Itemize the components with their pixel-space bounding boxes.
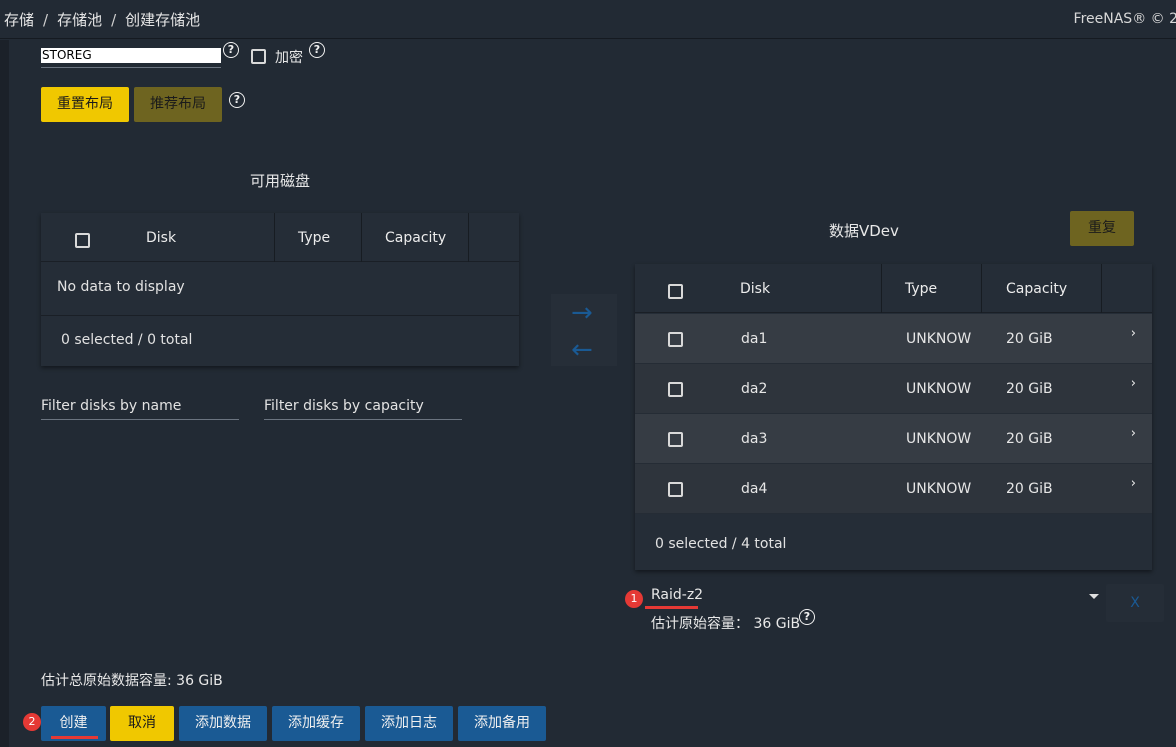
row-checkbox[interactable]	[668, 482, 683, 497]
cancel-button[interactable]: 取消	[110, 706, 174, 741]
help-icon[interactable]: ?	[229, 92, 245, 108]
annotation-badge-1: 1	[625, 590, 643, 608]
pool-name-input[interactable]	[41, 48, 221, 63]
add-spare-button[interactable]: 添加备用	[458, 706, 546, 741]
disk-name: da3	[741, 431, 768, 447]
column-header-type[interactable]: Type	[298, 213, 330, 262]
annotation-underline	[645, 606, 698, 609]
filter-capacity-input[interactable]: Filter disks by capacity	[264, 398, 424, 414]
column-divider	[1101, 264, 1102, 313]
column-header-type[interactable]: Type	[905, 264, 937, 313]
breadcrumb-separator: /	[43, 11, 49, 29]
selection-count: 0 selected / 0 total	[61, 332, 193, 348]
empty-message: No data to display	[57, 279, 185, 295]
data-vdev-title: 数据VDev	[829, 222, 899, 240]
disk-capacity: 20 GiB	[1006, 431, 1053, 447]
estimated-capacity-label: 估计原始容量：	[651, 616, 749, 632]
available-disks-table: Disk Type Capacity No data to display 0 …	[41, 213, 519, 366]
estimated-capacity: 估计原始容量： 36 GiB	[651, 613, 800, 633]
brand-copyright: FreeNAS® © 2	[1073, 11, 1176, 27]
suggest-layout-button[interactable]: 推荐布局	[134, 87, 222, 122]
breadcrumb-item-storage[interactable]: 存储	[4, 11, 34, 29]
row-checkbox[interactable]	[668, 332, 683, 347]
add-cache-button[interactable]: 添加缓存	[272, 706, 360, 741]
column-header-disk[interactable]: Disk	[740, 264, 770, 313]
estimated-capacity-value: 36 GiB	[753, 616, 801, 632]
column-header-disk[interactable]: Disk	[146, 213, 176, 262]
reset-layout-button[interactable]: 重置布局	[41, 87, 129, 122]
chevron-right-icon[interactable]: ›	[1131, 376, 1136, 391]
help-icon[interactable]: ?	[309, 42, 325, 58]
disk-capacity: 20 GiB	[1006, 481, 1053, 497]
breadcrumb-item-create-pool: 创建存储池	[125, 11, 201, 29]
vdev-layout-select[interactable]: Raid-z2	[651, 587, 703, 603]
remove-vdev-button[interactable]: X	[1106, 584, 1164, 622]
pool-name-underline	[41, 67, 221, 68]
breadcrumb-item-pools[interactable]: 存储池	[57, 11, 102, 29]
breadcrumb-separator: /	[111, 11, 117, 29]
column-divider	[361, 213, 362, 262]
annotation-badge-2: 2	[23, 713, 41, 731]
table-header: Disk Type Capacity	[41, 213, 519, 262]
column-divider	[881, 264, 882, 313]
chevron-right-icon[interactable]: ›	[1131, 326, 1136, 341]
filter-name-input[interactable]: Filter disks by name	[41, 398, 181, 414]
table-row[interactable]: da3 UNKNOW 20 GiB ›	[635, 414, 1152, 464]
table-row[interactable]: da4 UNKNOW 20 GiB ›	[635, 464, 1152, 514]
column-header-capacity[interactable]: Capacity	[1006, 264, 1067, 313]
select-all-checkbox[interactable]	[75, 233, 90, 248]
sidebar-edge	[0, 40, 9, 747]
column-divider	[981, 264, 982, 313]
disk-capacity: 20 GiB	[1006, 331, 1053, 347]
encrypt-label: 加密	[275, 50, 303, 66]
transfer-buttons: → ←	[551, 294, 617, 366]
disk-name: da2	[741, 381, 768, 397]
disk-name: da4	[741, 481, 768, 497]
chevron-right-icon[interactable]: ›	[1131, 476, 1136, 491]
total-capacity-estimate: 估计总原始数据容量: 36 GiB	[41, 673, 223, 689]
add-data-button[interactable]: 添加数据	[179, 706, 267, 741]
disk-capacity: 20 GiB	[1006, 381, 1053, 397]
row-checkbox[interactable]	[668, 382, 683, 397]
select-all-checkbox[interactable]	[668, 284, 683, 299]
selection-count: 0 selected / 4 total	[655, 536, 787, 552]
data-vdev-table: Disk Type Capacity da1 UNKNOW 20 GiB › d…	[635, 264, 1152, 570]
disk-type: UNKNOW	[906, 431, 972, 447]
top-bar: 存储 / 存储池 / 创建存储池 FreeNAS® © 2	[0, 0, 1176, 39]
disk-type: UNKNOW	[906, 331, 972, 347]
arrow-right-icon[interactable]: →	[571, 299, 593, 327]
dropdown-caret-icon[interactable]	[1089, 594, 1099, 599]
disk-type: UNKNOW	[906, 481, 972, 497]
add-log-button[interactable]: 添加日志	[365, 706, 453, 741]
row-checkbox[interactable]	[668, 432, 683, 447]
table-row[interactable]: da2 UNKNOW 20 GiB ›	[635, 364, 1152, 414]
filter-name-underline	[41, 419, 239, 420]
column-divider	[274, 213, 275, 262]
footer-divider	[41, 315, 519, 316]
arrow-left-icon[interactable]: ←	[571, 336, 593, 364]
encrypt-checkbox[interactable]	[251, 49, 266, 64]
table-row[interactable]: da1 UNKNOW 20 GiB ›	[635, 314, 1152, 364]
column-header-capacity[interactable]: Capacity	[385, 213, 446, 262]
disk-type: UNKNOW	[906, 381, 972, 397]
breadcrumb: 存储 / 存储池 / 创建存储池	[4, 9, 200, 30]
chevron-right-icon[interactable]: ›	[1131, 426, 1136, 441]
help-icon[interactable]: ?	[223, 42, 239, 58]
table-header: Disk Type Capacity	[635, 264, 1152, 313]
filter-capacity-underline	[264, 419, 462, 420]
help-icon[interactable]: ?	[799, 609, 815, 625]
vdev-reset-button[interactable]: 重复	[1070, 211, 1134, 246]
disk-name: da1	[741, 331, 768, 347]
column-divider	[468, 213, 469, 262]
annotation-underline	[51, 736, 98, 739]
available-disks-title: 可用磁盘	[250, 172, 311, 190]
